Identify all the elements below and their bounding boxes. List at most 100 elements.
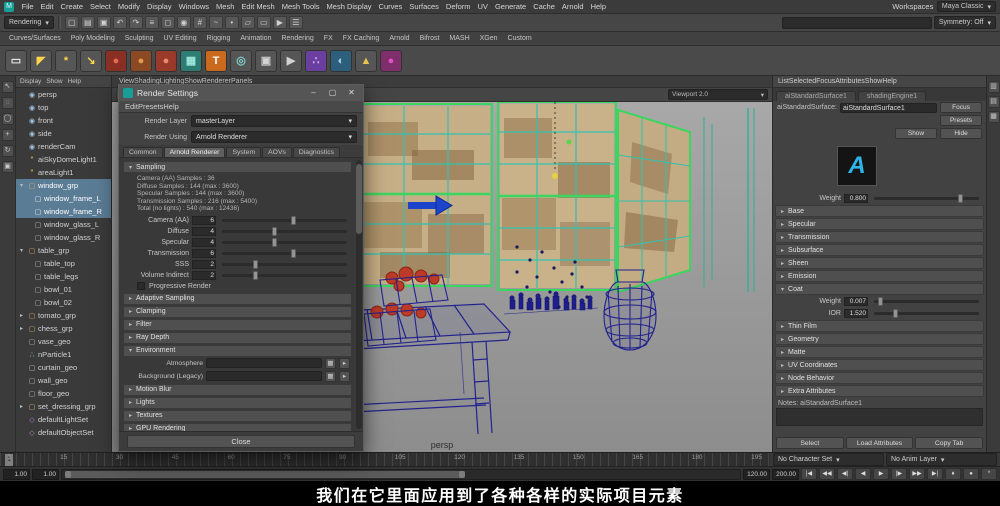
outliner-item[interactable]: ▾ ▢ window_grp (16, 179, 111, 192)
outliner-item[interactable]: ▸ ▢ chess_grp (16, 322, 111, 335)
attribute-section-header[interactable]: ▸ Sheen (775, 257, 984, 269)
paint-3d-tool-icon[interactable]: T (205, 49, 227, 72)
expand-arrow-icon[interactable]: ▸ (20, 312, 26, 319)
slider-handle[interactable] (290, 215, 296, 225)
outliner-item[interactable]: ▢ window_glass_L (16, 218, 111, 231)
render-section-header[interactable]: ▸ Textures (123, 409, 352, 422)
animation-start-field[interactable]: 1.00 (3, 468, 30, 480)
attribute-section-header[interactable]: ▸ Thin Film (775, 320, 984, 332)
slider-value-field[interactable]: 2 (192, 270, 216, 280)
render-section-header[interactable]: ▸ Clamping (123, 305, 352, 318)
rotate-tool-icon[interactable]: ↻ (1, 145, 14, 157)
outliner-item[interactable]: ▢ table_legs (16, 270, 111, 283)
attribute-slider[interactable] (874, 308, 979, 318)
outliner-item[interactable]: ◉ renderCam (16, 140, 111, 153)
play-backwards-icon[interactable]: ◀ (855, 468, 871, 480)
area-light-icon[interactable]: ▭ (5, 49, 27, 72)
dialog-menu-item[interactable]: Edit (125, 102, 138, 111)
node-menu-button[interactable]: ▸ (339, 357, 350, 369)
outliner-item[interactable]: ▢ table_top (16, 257, 111, 270)
outliner-item[interactable]: * aiSkyDomeLight1 (16, 153, 111, 166)
menubar-item[interactable]: Generate (491, 2, 529, 11)
spot-light-icon[interactable]: ◤ (30, 49, 52, 72)
attribute-editor-menu-item[interactable]: Focus (816, 78, 835, 85)
outliner-item[interactable]: ▢ window_glass_R (16, 231, 111, 244)
step-forward-key-icon[interactable]: |▶ (891, 468, 907, 480)
character-set-dropdown[interactable]: No Character Set ▾ (773, 453, 884, 466)
outliner-item[interactable]: ▢ wall_geo (16, 374, 111, 387)
go-to-start-icon[interactable]: |◀ (801, 468, 817, 480)
render-section-header[interactable]: ▸ Lights (123, 396, 352, 409)
move-tool-icon[interactable]: + (1, 129, 14, 141)
slider-handle[interactable] (272, 226, 277, 236)
slider-handle[interactable] (290, 248, 296, 258)
dialog-tab[interactable]: Common (123, 147, 163, 157)
outliner-menu-item[interactable]: Help (68, 78, 86, 85)
menubar-item[interactable]: Modify (114, 2, 143, 11)
slider-track[interactable] (222, 237, 347, 247)
blinn-material-icon[interactable]: ● (155, 49, 177, 72)
scrollbar-thumb[interactable] (356, 164, 362, 234)
animation-preferences-icon[interactable]: * (981, 468, 997, 480)
outliner-item[interactable]: * areaLight1 (16, 166, 111, 179)
render-current-frame-icon[interactable]: ▣ (255, 49, 277, 72)
shader-ball-set-icon[interactable]: ∴ (305, 49, 327, 72)
outliner-item[interactable]: ◉ side (16, 127, 111, 140)
shelf-tab[interactable]: Arnold (384, 35, 414, 42)
slider-value-field[interactable]: 6 (192, 248, 216, 258)
time-slider[interactable]: 1 1 15 30 45 60 75 90 105 120 135 150 165 180 195 (0, 452, 770, 466)
presets-button[interactable]: Presets (940, 115, 982, 126)
ipr-shelf-icon[interactable]: ▶ (280, 49, 302, 72)
outliner-item[interactable]: ▾ ▢ table_grp (16, 244, 111, 257)
progressive-render-checkbox[interactable] (137, 282, 145, 290)
attribute-value-field[interactable]: 0.007 (844, 296, 868, 306)
quick-input-field[interactable] (781, 16, 932, 29)
menubar-item[interactable]: Mesh Display (323, 2, 375, 11)
shelf-tab[interactable]: Sculpting (120, 35, 159, 42)
checker-texture-icon[interactable]: ▦ (180, 49, 202, 72)
node-tab[interactable]: shadingEngine1 (857, 91, 927, 101)
expand-arrow-icon[interactable]: ▸ (20, 325, 26, 332)
shelf-tab[interactable]: Rendering (276, 35, 318, 42)
render-section-header[interactable]: ▸ Motion Blur (123, 383, 352, 396)
outliner-menu-item[interactable]: Show (46, 78, 67, 85)
step-back-key-icon[interactable]: ◀| (837, 468, 853, 480)
menubar-item[interactable]: Edit Mesh (238, 2, 278, 11)
attribute-section-header[interactable]: ▸ Matte (775, 346, 984, 358)
slider-handle[interactable] (958, 193, 963, 203)
close-icon[interactable]: ✕ (344, 87, 359, 99)
texture-sphere-icon[interactable]: ● (380, 49, 402, 72)
node-tab[interactable]: aiStandardSurface1 (776, 91, 856, 101)
sampling-section-header[interactable]: ▾ Sampling (123, 161, 352, 173)
slider-handle[interactable] (878, 296, 884, 306)
attribute-editor-tab-icon[interactable]: ▥ (987, 81, 1000, 93)
dialog-menu-item[interactable]: Presets (138, 102, 163, 111)
render-settings-icon[interactable]: ☰ (288, 16, 303, 29)
texture-map-button[interactable]: ▦ (325, 370, 336, 382)
set-key-icon[interactable]: ♦ (945, 468, 961, 480)
slider-track[interactable] (222, 226, 347, 236)
attribute-section-header[interactable]: ▸ Node Behavior (775, 372, 984, 384)
select-tool-icon[interactable]: ↖ (1, 81, 14, 93)
env-dome-icon[interactable]: ◐ (330, 49, 352, 72)
tool-settings-tab-icon[interactable]: ▤ (987, 96, 1000, 108)
attribute-section-header[interactable]: ▸ Extra Attributes (775, 385, 984, 397)
step-back-frame-icon[interactable]: ◀◀ (819, 468, 835, 480)
lasso-tool-icon[interactable]: ◌ (1, 97, 14, 109)
standard-surface-icon[interactable]: ● (105, 49, 127, 72)
attribute-section-header[interactable]: ▾ Coat (775, 283, 984, 295)
load-attributes-button[interactable]: Load Attributes (845, 437, 914, 449)
snap-to-plane-icon[interactable]: ▱ (240, 16, 255, 29)
playback-end-field[interactable]: 120.00 (743, 468, 770, 480)
environment-field[interactable] (206, 358, 322, 368)
slider-value-field[interactable]: 4 (192, 226, 216, 236)
slider-handle[interactable] (892, 308, 898, 318)
weight-slider[interactable] (874, 193, 979, 203)
outliner-item[interactable]: ▢ window_frame_L (16, 192, 111, 205)
render-using-dropdown[interactable]: Arnold Renderer ▾ (191, 131, 357, 143)
range-slider-handle[interactable] (65, 470, 466, 478)
play-forwards-icon[interactable]: ▶ (873, 468, 889, 480)
outliner-item[interactable]: ▢ floor_geo (16, 387, 111, 400)
render-section-header[interactable]: ▸ Filter (123, 318, 352, 331)
slider-track[interactable] (222, 248, 347, 258)
